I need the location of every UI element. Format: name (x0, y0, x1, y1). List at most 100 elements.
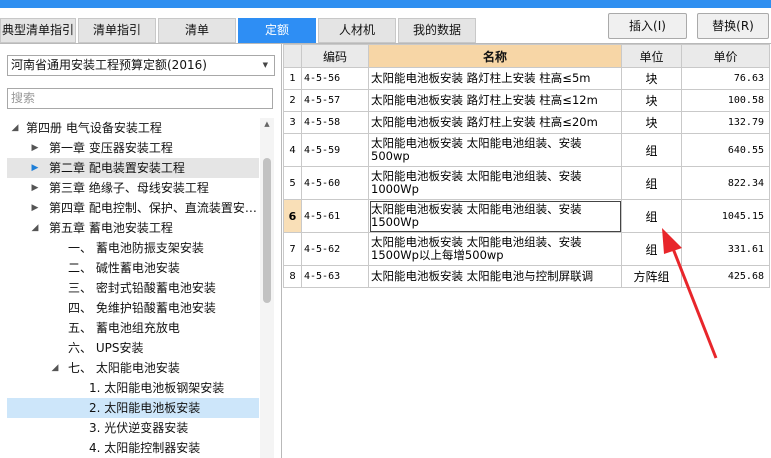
expanded-arrow-icon[interactable]: ◢ (49, 358, 61, 378)
cell-price[interactable]: 1045.15 (681, 199, 770, 233)
tree-node[interactable]: ▶ 第一章 变压器安装工程 (7, 138, 259, 158)
cell-unit[interactable]: 块 (621, 67, 682, 90)
tree-node[interactable]: ◢ 七、 太阳能电池安装 (7, 358, 259, 378)
cell-code[interactable]: 4-5-57 (301, 89, 369, 112)
cell-price[interactable]: 76.63 (681, 67, 770, 90)
cell-code[interactable]: 4-5-63 (301, 265, 369, 288)
tab-bill[interactable]: 清单 (158, 18, 236, 43)
cell-code[interactable]: 4-5-60 (301, 166, 369, 200)
cell-code[interactable]: 4-5-59 (301, 133, 369, 167)
cell-unit[interactable]: 组 (621, 199, 682, 233)
tree-scrollbar[interactable]: ▲ (260, 118, 274, 458)
tree-node-label: 第三章 绝缘子、母线安装工程 (49, 181, 209, 195)
tab-typical-bill-guide[interactable]: 典型清单指引 (0, 18, 76, 43)
table-row[interactable]: 4 4-5-59 太阳能电池板安装 太阳能电池组装、安装 500wp 组 640… (283, 133, 770, 167)
tree-node-label: 4. 太阳能控制器安装 (89, 441, 201, 455)
insert-button[interactable]: 插入(I) (608, 13, 687, 39)
panel-splitter[interactable] (281, 44, 282, 458)
cell-code[interactable]: 4-5-61 (301, 199, 369, 233)
cell-code[interactable]: 4-5-62 (301, 232, 369, 266)
cell-unit[interactable]: 组 (621, 232, 682, 266)
tree-node-label: 第五章 蓄电池安装工程 (49, 221, 173, 235)
tree-node[interactable]: ▶ 第二章 配电装置安装工程 (7, 158, 259, 178)
header-unit[interactable]: 单位 (621, 44, 682, 68)
table-row[interactable]: 2 4-5-57 太阳能电池板安装 路灯柱上安装 柱高≤12m 块 100.58 (283, 89, 770, 112)
cell-unit[interactable]: 组 (621, 166, 682, 200)
tree-node[interactable]: 四、 免维护铅酸蓄电池安装 (7, 298, 259, 318)
tree-node[interactable]: 3. 光伏逆变器安装 (7, 418, 259, 438)
table-row-current[interactable]: 6 4-5-61 太阳能电池板安装 太阳能电池组装、安装 1500Wp 组 10… (283, 199, 770, 233)
title-bar (0, 0, 771, 8)
cell-unit[interactable]: 方阵组 (621, 265, 682, 288)
quota-library-select[interactable]: 河南省通用安装工程预算定额(2016) ▼ (7, 55, 275, 76)
tree-node-label: 3. 光伏逆变器安装 (89, 421, 189, 435)
cell-name[interactable]: 太阳能电池板安装 太阳能电池组装、安装 1000Wp (368, 166, 622, 200)
cell-code[interactable]: 4-5-56 (301, 67, 369, 90)
cell-code[interactable]: 4-5-58 (301, 111, 369, 134)
cell-unit[interactable]: 块 (621, 111, 682, 134)
tab-labor-material-machine[interactable]: 人材机 (318, 18, 396, 43)
cell-price[interactable]: 100.58 (681, 89, 770, 112)
collapsed-arrow-icon[interactable]: ▶ (29, 138, 41, 158)
expanded-arrow-icon[interactable]: ◢ (9, 118, 21, 138)
tab-bill-guide[interactable]: 清单指引 (78, 18, 156, 43)
library-tab-bar: 典型清单指引 清单指引 清单 定额 人材机 我的数据 (0, 18, 480, 43)
collapsed-arrow-icon[interactable]: ▶ (29, 178, 41, 198)
cell-name[interactable]: 太阳能电池板安装 太阳能电池组装、安装 500wp (368, 133, 622, 167)
tree-node[interactable]: 4. 太阳能控制器安装 (7, 438, 259, 458)
tree-node[interactable]: 五、 蓄电池组充放电 (7, 318, 259, 338)
cell-price[interactable]: 132.79 (681, 111, 770, 134)
tree-node[interactable]: 三、 密封式铅酸蓄电池安装 (7, 278, 259, 298)
row-index: 1 (283, 67, 302, 90)
tree-node[interactable]: 1. 太阳能电池板钢架安装 (7, 378, 259, 398)
tab-quota[interactable]: 定额 (238, 18, 316, 43)
cell-name[interactable]: 太阳能电池板安装 路灯柱上安装 柱高≤12m (368, 89, 622, 112)
table-row[interactable]: 7 4-5-62 太阳能电池板安装 太阳能电池组装、安装 1500Wp以上每增5… (283, 232, 770, 266)
cell-price[interactable]: 425.68 (681, 265, 770, 288)
row-index: 6 (283, 199, 302, 233)
collapsed-arrow-icon[interactable]: ▶ (29, 158, 41, 178)
tab-my-data[interactable]: 我的数据 (398, 18, 476, 43)
row-index: 5 (283, 166, 302, 200)
collapsed-arrow-icon[interactable]: ▶ (29, 198, 41, 218)
scroll-up-icon[interactable]: ▲ (260, 118, 274, 130)
cell-price[interactable]: 640.55 (681, 133, 770, 167)
header-name[interactable]: 名称 (368, 44, 622, 68)
scrollbar-thumb[interactable] (263, 158, 271, 303)
cell-unit[interactable]: 组 (621, 133, 682, 167)
tree-node-label: 第四章 配电控制、保护、直流装置安… (49, 201, 257, 215)
header-code[interactable]: 编码 (301, 44, 369, 68)
cell-name[interactable]: 太阳能电池板安装 太阳能电池组装、安装 1500Wp (368, 199, 622, 233)
tree-node[interactable]: ▶ 第四章 配电控制、保护、直流装置安… (7, 198, 259, 218)
tree-node[interactable]: ◢ 第五章 蓄电池安装工程 (7, 218, 259, 238)
tree-node[interactable]: 二、 碱性蓄电池安装 (7, 258, 259, 278)
row-index: 2 (283, 89, 302, 112)
cell-name[interactable]: 太阳能电池板安装 路灯柱上安装 柱高≤5m (368, 67, 622, 90)
tree-node-label: 二、 碱性蓄电池安装 (68, 261, 180, 275)
table-row[interactable]: 1 4-5-56 太阳能电池板安装 路灯柱上安装 柱高≤5m 块 76.63 (283, 67, 770, 90)
header-price[interactable]: 单价 (681, 44, 770, 68)
table-row[interactable]: 8 4-5-63 太阳能电池板安装 太阳能电池与控制屏联调 方阵组 425.68 (283, 265, 770, 288)
tree-node-label: 第四册 电气设备安装工程 (26, 121, 162, 135)
table-row[interactable]: 5 4-5-60 太阳能电池板安装 太阳能电池组装、安装 1000Wp 组 82… (283, 166, 770, 200)
tree-node[interactable]: 一、 蓄电池防振支架安装 (7, 238, 259, 258)
search-input[interactable]: 搜索 (7, 88, 273, 109)
tree-node[interactable]: 六、 UPS安装 (7, 338, 259, 358)
triangle-down-icon[interactable]: ▼ (263, 56, 268, 75)
cell-name[interactable]: 太阳能电池板安装 路灯柱上安装 柱高≤20m (368, 111, 622, 134)
table-row[interactable]: 3 4-5-58 太阳能电池板安装 路灯柱上安装 柱高≤20m 块 132.79 (283, 111, 770, 134)
tree-node-selected[interactable]: 2. 太阳能电池板安装 (7, 398, 259, 418)
tree-node[interactable]: ◢ 第四册 电气设备安装工程 (7, 118, 259, 138)
expanded-arrow-icon[interactable]: ◢ (29, 218, 41, 238)
cell-price[interactable]: 822.34 (681, 166, 770, 200)
tree-node-label: 七、 太阳能电池安装 (68, 361, 180, 375)
cell-price[interactable]: 331.61 (681, 232, 770, 266)
row-index: 4 (283, 133, 302, 167)
cell-name[interactable]: 太阳能电池板安装 太阳能电池组装、安装 1500Wp以上每增500wp (368, 232, 622, 266)
cell-name[interactable]: 太阳能电池板安装 太阳能电池与控制屏联调 (368, 265, 622, 288)
cell-unit[interactable]: 块 (621, 89, 682, 112)
replace-button[interactable]: 替换(R) (697, 13, 769, 39)
tree-node[interactable]: ▶ 第三章 绝缘子、母线安装工程 (7, 178, 259, 198)
library-panel: 河南省通用安装工程预算定额(2016) ▼ 搜索 ◢ 第四册 电气设备安装工程 … (0, 44, 281, 458)
quota-table: 编码 名称 单位 单价 1 4-5-56 太阳能电池板安装 路灯柱上安装 柱高≤… (283, 44, 770, 288)
